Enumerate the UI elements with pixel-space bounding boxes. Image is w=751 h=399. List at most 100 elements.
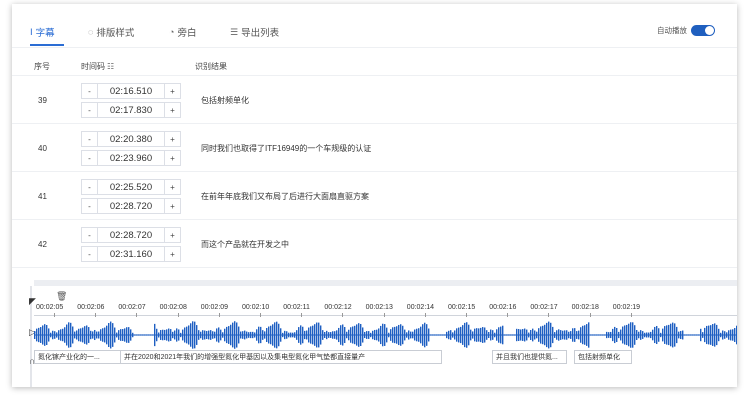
waveform-sample: [320, 325, 322, 345]
sort-icon[interactable]: ☷: [107, 62, 114, 71]
waveform-sample: [346, 331, 348, 339]
timeline-subtitle-segment[interactable]: 氮化镓产业化的一...: [34, 350, 128, 364]
decrement-button[interactable]: -: [81, 131, 98, 147]
increment-button[interactable]: +: [164, 150, 181, 166]
waveform-sample: [120, 329, 122, 341]
decrement-button[interactable]: -: [81, 150, 98, 166]
waveform-sample: [596, 334, 598, 336]
tick-label: 00:02:16: [489, 304, 517, 311]
tick-label: 00:02:06: [77, 304, 105, 311]
trash-icon[interactable]: 🗑: [56, 291, 67, 302]
waveform-sample: [242, 331, 244, 339]
timeline-subtitle-segment[interactable]: 包括射频单化: [574, 350, 632, 364]
timeline-subtitle-segment[interactable]: 并且我们也提供氮...: [492, 350, 567, 364]
increment-button[interactable]: +: [164, 102, 181, 118]
waveform-sample: [294, 332, 296, 338]
waveform-sample: [256, 329, 258, 341]
waveform-sample: [446, 331, 448, 339]
waveform-sample: [100, 329, 102, 341]
tab-narration[interactable]: ◔ 旁白: [169, 24, 196, 40]
recognition-text[interactable]: 同时我们也取得了ITF16949的一个车规级的认证: [201, 125, 371, 172]
row-index: 41: [38, 192, 47, 201]
waveform-sample: [238, 326, 240, 344]
end-time-value[interactable]: 02:28.720: [98, 198, 164, 214]
waveform-sample: [98, 331, 100, 339]
waveform-sample: [616, 327, 618, 343]
decrement-button[interactable]: -: [81, 83, 98, 99]
increment-button[interactable]: +: [164, 131, 181, 147]
waveform-sample: [502, 325, 504, 345]
waveform-sample: [372, 330, 374, 340]
waveform-sample: [50, 332, 52, 338]
timeline-subtitle-segment[interactable]: 并在2020和2021年我们的增强型氮化甲基因以及集电型氮化甲气垫都直接量产: [120, 350, 442, 364]
recognition-text[interactable]: 在前年年底我们又布局了后进行大面扇直驱方案: [201, 173, 369, 220]
increment-button[interactable]: +: [164, 246, 181, 262]
waveform-sample: [606, 331, 608, 339]
tab-export-list[interactable]: ☰ 导出列表: [230, 24, 279, 40]
end-time-value[interactable]: 02:17.830: [98, 102, 164, 118]
start-time-stepper: - 02:20.380 +: [81, 131, 181, 147]
decrement-button[interactable]: -: [81, 198, 98, 214]
start-time-value[interactable]: 02:25.520: [98, 179, 164, 195]
waveform-sample: [496, 329, 498, 341]
tick-mark: [95, 313, 97, 317]
waveform-sample: [142, 334, 144, 336]
increment-button[interactable]: +: [164, 179, 181, 195]
end-time-value[interactable]: 02:31.160: [98, 246, 164, 262]
autoplay-toggle[interactable]: [691, 25, 715, 36]
audio-waveform[interactable]: [34, 318, 737, 352]
recognition-text[interactable]: 而这个产品就在开发之中: [201, 221, 289, 268]
waveform-sample: [186, 326, 188, 344]
decrement-button[interactable]: -: [81, 179, 98, 195]
waveform-sample: [248, 332, 250, 338]
waveform-sample: [414, 329, 416, 341]
waveform-sample: [562, 330, 564, 340]
end-time-value[interactable]: 02:23.960: [98, 150, 164, 166]
waveform-sample: [318, 322, 320, 348]
waveform-sample: [56, 332, 58, 338]
waveform-sample: [706, 325, 708, 345]
increment-button[interactable]: +: [164, 227, 181, 243]
start-time-value[interactable]: 02:28.720: [98, 227, 164, 243]
waveform-sample: [196, 325, 198, 345]
waveform-sample: [146, 334, 148, 336]
tab-subtitles[interactable]: Ⅰ 字幕: [30, 24, 55, 40]
waveform-sample: [284, 330, 286, 340]
increment-button[interactable]: +: [164, 83, 181, 99]
waveform-sample: [510, 334, 512, 336]
waveform-sample: [474, 328, 476, 342]
end-time-stepper: - 02:23.960 +: [81, 150, 181, 166]
waveform-sample: [290, 332, 292, 338]
waveform-sample: [48, 328, 50, 342]
start-time-value[interactable]: 02:16.510: [98, 83, 164, 99]
tab-layout-style[interactable]: ◌ 排版样式: [88, 24, 134, 40]
waveform-sample: [54, 331, 56, 339]
waveform-sample: [310, 326, 312, 344]
decrement-button[interactable]: -: [81, 227, 98, 243]
waveform-sample: [672, 322, 674, 348]
start-time-value[interactable]: 02:20.380: [98, 131, 164, 147]
increment-button[interactable]: +: [164, 198, 181, 214]
recognition-text[interactable]: 包括射频单化: [201, 77, 249, 124]
waveform-sample: [550, 322, 552, 348]
waveform-sample: [524, 328, 526, 342]
tick-label: 00:02:12: [324, 304, 352, 311]
waveform-sample: [300, 325, 302, 345]
waveform-sample: [404, 329, 406, 341]
waveform-sample: [134, 334, 136, 336]
waveform-sample: [470, 329, 472, 341]
waveform-sample: [34, 331, 36, 339]
waveform-sample: [498, 327, 500, 343]
decrement-button[interactable]: -: [81, 102, 98, 118]
waveform-sample: [534, 330, 536, 340]
waveform-sample: [592, 334, 594, 336]
waveform-sample: [182, 329, 184, 341]
waveform-sample: [408, 330, 410, 340]
waveform-sample: [66, 324, 68, 346]
tick-label: 00:02:17: [530, 304, 558, 311]
decrement-button[interactable]: -: [81, 246, 98, 262]
start-time-stepper: - 02:28.720 +: [81, 227, 181, 243]
waveform-sample: [492, 330, 494, 340]
waveform-sample: [632, 322, 634, 348]
waveform-sample: [240, 331, 242, 339]
